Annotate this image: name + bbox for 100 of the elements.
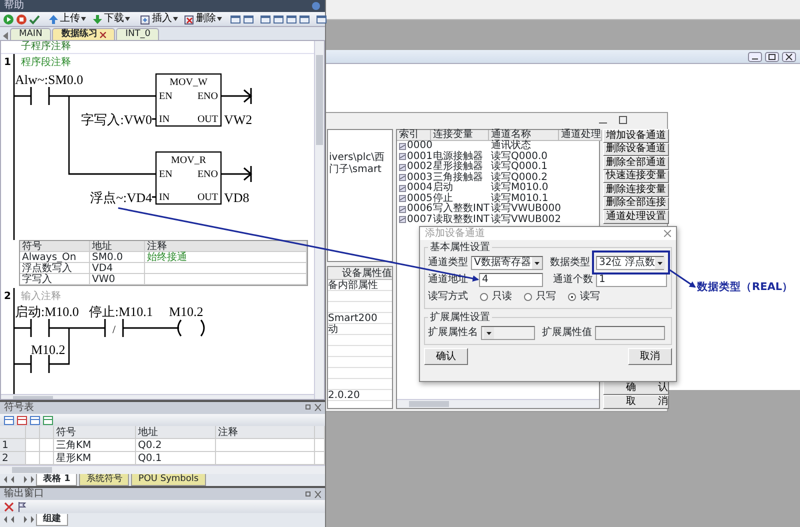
field-label: 扩展属性值: [542, 326, 592, 338]
group-title: 扩展属性设置: [429, 312, 491, 323]
address-field[interactable]: 4: [479, 272, 543, 286]
window-icon[interactable]: [230, 14, 241, 24]
panel-title: 符号表: [4, 402, 34, 414]
check-icon[interactable]: [29, 14, 40, 24]
operand-label: 字写入:VW0: [81, 112, 152, 127]
minimize-icon[interactable]: [748, 52, 762, 62]
table-icon[interactable]: [43, 414, 53, 425]
dialog-button[interactable]: 确认: [424, 348, 468, 365]
table-cell: 字写入: [20, 274, 90, 285]
window-button[interactable]: 删除连接变量: [603, 183, 669, 196]
data-type-dropdown[interactable]: 32位 浮点数: [596, 256, 664, 270]
function-block: [155, 151, 222, 205]
network-comment: 输入注释: [21, 291, 61, 302]
window-icon[interactable]: [273, 14, 284, 24]
close-icon[interactable]: [782, 52, 796, 62]
horizontal-scrollbar[interactable]: [397, 399, 599, 408]
output-tab[interactable]: 组建: [36, 514, 68, 526]
radio-label[interactable]: 读写: [580, 290, 600, 302]
window-button[interactable]: 快速连接变量: [603, 170, 669, 183]
sheet-tab[interactable]: POU Symbols: [131, 474, 206, 486]
window-button[interactable]: 删除全部通道: [603, 156, 669, 170]
maximize-icon[interactable]: [619, 116, 627, 124]
channel-icon: [399, 164, 406, 171]
window-button[interactable]: 删除设备通道: [603, 142, 669, 156]
table-cell: 0004: [407, 183, 432, 194]
column-header: 连接变量: [431, 130, 489, 141]
caret-icon: [173, 17, 178, 21]
toolbar-button[interactable]: 下载: [90, 12, 132, 26]
radio-button[interactable]: [480, 292, 488, 300]
circle-icon[interactable]: [311, 1, 321, 11]
radio-label[interactable]: 只读: [492, 290, 512, 302]
column-header: 设备属性值: [328, 267, 392, 280]
play-icon[interactable]: [3, 14, 14, 24]
left-arrow-icon[interactable]: [3, 32, 9, 40]
sheet-tab[interactable]: 表格 1: [36, 474, 78, 486]
window-button[interactable]: 删除全部连接: [603, 196, 669, 210]
contact-symbol: [30, 354, 50, 374]
table-icon[interactable]: [17, 414, 27, 425]
channel-icon: [399, 206, 406, 213]
window-icon[interactable]: [260, 14, 271, 24]
table-icon[interactable]: [30, 414, 40, 425]
toolbar-button[interactable]: 删除: [182, 12, 224, 26]
table-cell-text: 通讯状态: [490, 141, 532, 151]
sheet-tab[interactable]: 系统符号: [79, 474, 130, 486]
network-number: 2: [4, 291, 11, 302]
window-button[interactable]: 取消: [603, 395, 669, 409]
window-button[interactable]: 增加设备通道: [603, 129, 669, 142]
window-button[interactable]: 确认: [603, 381, 669, 395]
end-marker-icon: [243, 165, 252, 183]
stop-icon[interactable]: [16, 14, 27, 24]
property-value: 备内部属性: [328, 280, 378, 291]
editor-tab[interactable]: MAIN: [10, 28, 52, 40]
table-cell: SM0.0: [90, 252, 145, 263]
table-cell-text: 0003: [407, 172, 432, 182]
column-header: 通道名称: [489, 130, 559, 141]
table-cell-text: 读取整数INT: [432, 214, 489, 225]
down-arrow-icon: [92, 14, 103, 24]
group-title: 基本属性设置: [429, 242, 491, 253]
cross-icon[interactable]: [4, 502, 14, 512]
file-path: ivers\plc\西门子\smart: [329, 152, 385, 174]
dropdown[interactable]: [481, 326, 535, 340]
maximize-icon[interactable]: [765, 52, 779, 62]
window-icon[interactable]: [243, 14, 254, 24]
pin-close-icon[interactable]: [305, 404, 321, 412]
dialog-button[interactable]: 取消: [628, 348, 672, 365]
table-icon[interactable]: [4, 414, 14, 425]
editor-tab[interactable]: INT_0: [116, 28, 160, 40]
field-label: 扩展属性名: [428, 326, 478, 338]
window-icon[interactable]: [316, 14, 327, 24]
flag-icon[interactable]: [17, 502, 27, 512]
toolbar-button[interactable]: 上传: [46, 12, 88, 26]
radio-button[interactable]: [568, 292, 576, 300]
column-header: 注释: [216, 426, 315, 439]
field-label: 通道个数: [553, 274, 593, 286]
navigation-arrows-icon[interactable]: [4, 476, 34, 484]
table-cell: 0002: [407, 162, 432, 172]
input-field[interactable]: [595, 326, 665, 340]
table-cell: 浮点数写入: [20, 263, 90, 274]
field-label: 读写方式: [428, 290, 468, 302]
channel-icon: [399, 195, 406, 202]
channel-type-dropdown[interactable]: V数据寄存器: [471, 256, 543, 270]
table-cell-text: 星形接触器: [432, 162, 484, 172]
table-cell-text: 读写Q000.0: [490, 152, 548, 162]
vertical-scrollbar[interactable]: [314, 41, 324, 399]
editor-tab[interactable]: 数据练习: [52, 28, 116, 40]
table-cell: 0000: [407, 141, 432, 152]
window-button[interactable]: 通道处理设置: [603, 210, 669, 224]
coil-symbol: [177, 319, 205, 337]
table-cell-text: 0001: [407, 152, 432, 162]
window-icon[interactable]: [286, 14, 297, 24]
radio-label[interactable]: 只写: [536, 290, 556, 302]
contact-label: 启动:M10.0: [15, 304, 79, 319]
radio-button[interactable]: [524, 292, 532, 300]
window-icon[interactable]: [299, 14, 310, 24]
pin-close-icon[interactable]: [305, 490, 321, 498]
navigation-arrows-icon[interactable]: [4, 516, 34, 523]
caret-icon: [532, 256, 542, 268]
toolbar-button[interactable]: 插入: [138, 12, 180, 26]
